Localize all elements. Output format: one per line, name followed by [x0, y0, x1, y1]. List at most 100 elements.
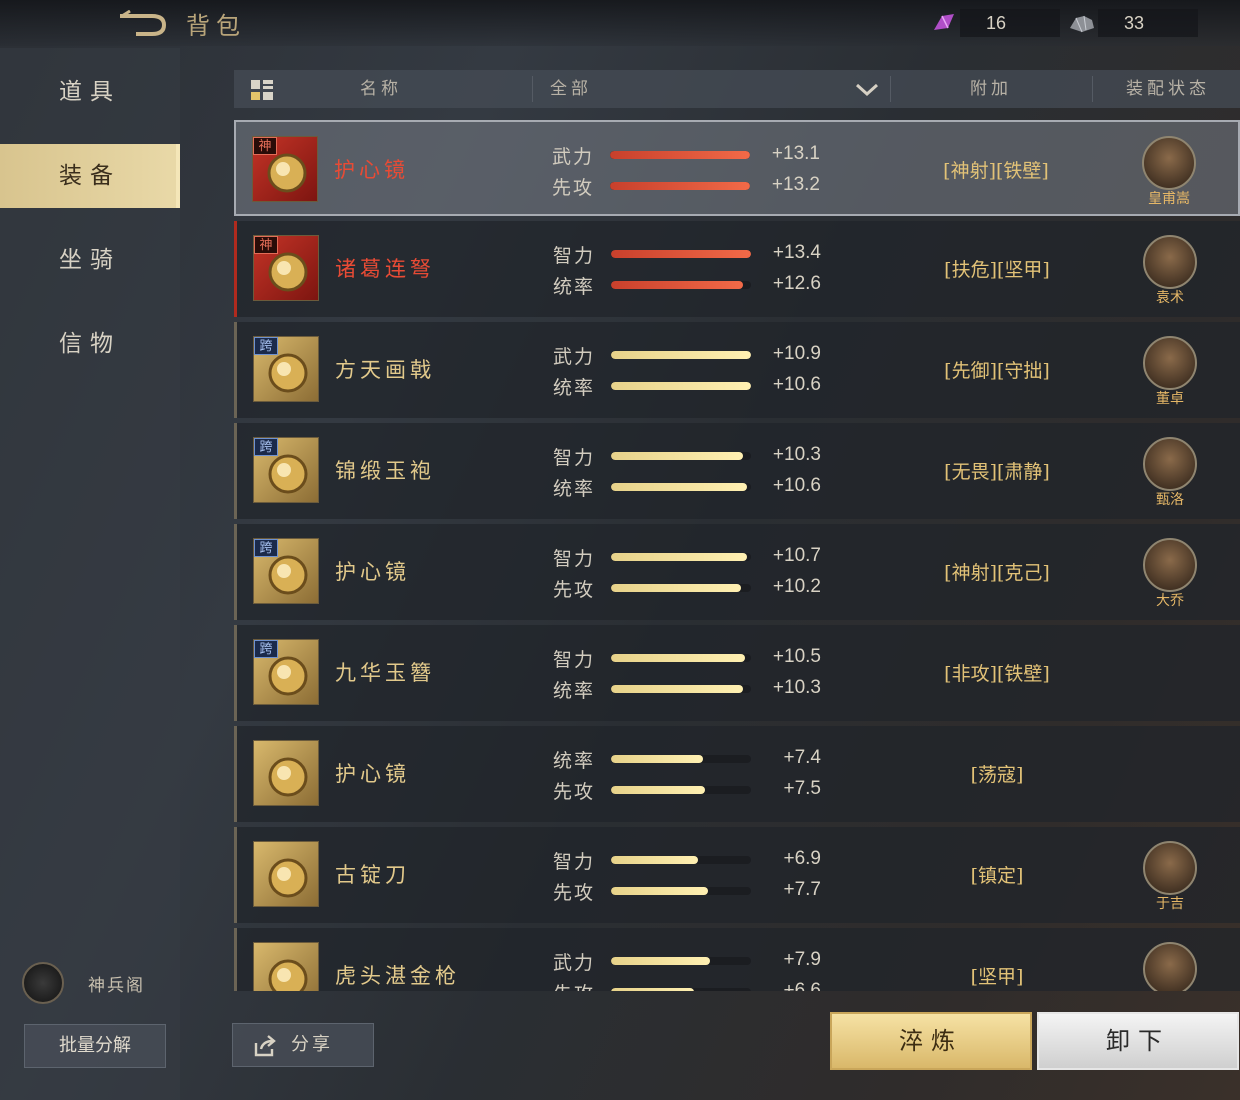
hero-name: 皇甫嵩: [1148, 191, 1190, 207]
stat-bar-fill: [611, 584, 742, 592]
stat-label: 武力: [553, 952, 596, 974]
item-thumbnail: 神: [253, 235, 319, 301]
equipment-row[interactable]: 跨锦缎玉袍 智力 +10.3 统率 +10.6 [无畏][肃静] 甄洛: [234, 423, 1240, 519]
stat-value: +6.9: [783, 848, 821, 869]
stat-label: 智力: [553, 649, 596, 671]
stat-bar-fill: [611, 988, 694, 991]
hero-avatar[interactable]: [1143, 235, 1197, 289]
item-name: 古锭刀: [335, 863, 410, 887]
hero-avatar[interactable]: [1142, 136, 1196, 190]
sidebar-item-equipment[interactable]: 装备: [0, 144, 180, 208]
item-name: 九华玉簪: [335, 661, 435, 685]
rarity-badge: 神: [253, 137, 277, 155]
equipment-row[interactable]: 跨护心镜 智力 +10.7 先攻 +10.2 [神射][克己] 大乔: [234, 524, 1240, 620]
stat-bar: [611, 755, 751, 763]
equipment-icon: [268, 858, 308, 898]
stat-value: +12.6: [772, 273, 821, 294]
item-thumbnail: 跨: [253, 639, 319, 705]
hero-avatar[interactable]: [1143, 841, 1197, 895]
item-name: 护心镜: [334, 158, 409, 182]
hero-name: 于吉: [1156, 896, 1184, 912]
stat-value: +7.7: [783, 879, 821, 900]
sidebar-item-label: 信物: [59, 331, 121, 357]
armory-emblem-icon: [22, 962, 64, 1004]
stat-label: 智力: [553, 245, 596, 267]
equipment-row[interactable]: 神护心镜 武力 +13.1 先攻 +13.2 [神射][铁壁] 皇甫嵩: [234, 120, 1240, 216]
stat-bar: [611, 351, 751, 359]
item-name: 虎头湛金枪: [335, 964, 460, 988]
currency-ore-value: 33: [1124, 12, 1145, 33]
equipment-row[interactable]: 跨方天画戟 武力 +10.9 统率 +10.6 [先御][守拙] 董卓: [234, 322, 1240, 418]
share-button[interactable]: 分享: [232, 1023, 374, 1067]
stat-label: 智力: [553, 447, 596, 469]
sidebar-item-props[interactable]: 道具: [0, 60, 180, 124]
share-icon: [254, 1035, 276, 1057]
stat-value: +7.4: [783, 747, 821, 768]
rarity-badge: 跨: [254, 539, 278, 557]
back-arrow-icon[interactable]: [118, 10, 168, 38]
sidebar-item-label: 装备: [59, 163, 121, 189]
equipment-row[interactable]: 虎头湛金枪 武力 +7.9 先攻 +6.6 [坚甲]: [234, 928, 1240, 991]
stat-bar-fill: [611, 483, 747, 491]
stat-bar: [611, 887, 751, 895]
stat-bar-fill: [611, 250, 751, 258]
equipment-row[interactable]: 跨九华玉簪 智力 +10.5 统率 +10.3 [非攻][铁壁]: [234, 625, 1240, 721]
stat-label: 武力: [552, 146, 595, 168]
stat-label: 智力: [553, 851, 596, 873]
batch-decompose-button[interactable]: 批量分解: [24, 1024, 166, 1068]
stat-value: +7.9: [783, 949, 821, 970]
sidebar-item-tokens[interactable]: 信物: [0, 312, 180, 376]
hero-avatar[interactable]: [1143, 437, 1197, 491]
stat-label: 智力: [553, 548, 596, 570]
armory-button[interactable]: 神兵阁: [22, 962, 145, 1004]
stat-bar: [611, 584, 751, 592]
grid-view-icon[interactable]: [250, 79, 274, 101]
sidebar-item-mounts[interactable]: 坐骑: [0, 228, 180, 292]
currency-gem: 16: [934, 9, 1060, 37]
item-name: 方天画戟: [335, 358, 435, 382]
rarity-badge: 神: [254, 236, 278, 254]
bonus-traits: [无畏][肃静]: [944, 461, 1050, 483]
bonus-traits: [神射][铁壁]: [943, 160, 1049, 182]
stat-bar-fill: [611, 887, 708, 895]
stat-label: 武力: [553, 346, 596, 368]
item-thumbnail: 神: [252, 136, 318, 202]
stat-bar-fill: [611, 685, 743, 693]
bonus-traits: [镇定]: [970, 865, 1024, 887]
refine-button[interactable]: 淬炼: [830, 1012, 1032, 1070]
equipment-row[interactable]: 护心镜 统率 +7.4 先攻 +7.5 [荡寇]: [234, 726, 1240, 822]
page-title: 背包: [186, 12, 246, 40]
chevron-down-icon[interactable]: [854, 80, 880, 98]
unequip-button[interactable]: 卸下: [1037, 1012, 1239, 1070]
stat-value: +10.6: [772, 374, 821, 395]
hero-avatar[interactable]: [1143, 538, 1197, 592]
stat-value: +10.9: [772, 343, 821, 364]
filter-select[interactable]: 全部: [550, 70, 592, 108]
item-thumbnail: [253, 740, 319, 806]
hero-avatar[interactable]: [1143, 336, 1197, 390]
item-thumbnail: 跨: [253, 336, 319, 402]
stat-bar: [611, 654, 751, 662]
bonus-traits: [神射][克己]: [944, 562, 1050, 584]
purple-gem-icon: [934, 14, 954, 30]
equipment-icon: [268, 959, 308, 991]
stat-label: 统率: [553, 276, 596, 298]
item-name: 护心镜: [335, 560, 410, 584]
stat-value: +13.4: [772, 242, 821, 263]
stat-bar-fill: [610, 182, 750, 190]
table-header: 名称 全部 附加 装配状态: [234, 70, 1240, 108]
stat-label: 统率: [553, 680, 596, 702]
equipment-row[interactable]: 神诸葛连弩 智力 +13.4 统率 +12.6 [扶危][坚甲] 袁术: [234, 221, 1240, 317]
currency-gem-value: 16: [986, 12, 1007, 33]
stat-bar: [611, 281, 751, 289]
bonus-traits: [荡寇]: [970, 764, 1024, 786]
equipment-row[interactable]: 古锭刀 智力 +6.9 先攻 +7.7 [镇定] 于吉: [234, 827, 1240, 923]
hero-name: 大乔: [1156, 593, 1184, 609]
sidebar-item-label: 坐骑: [59, 247, 121, 273]
stat-value: +10.7: [772, 545, 821, 566]
stat-bar-fill: [611, 382, 751, 390]
hero-avatar[interactable]: [1143, 942, 1197, 991]
stat-value: +10.3: [772, 444, 821, 465]
stat-bar-fill: [611, 856, 698, 864]
item-name: 诸葛连弩: [335, 257, 435, 281]
